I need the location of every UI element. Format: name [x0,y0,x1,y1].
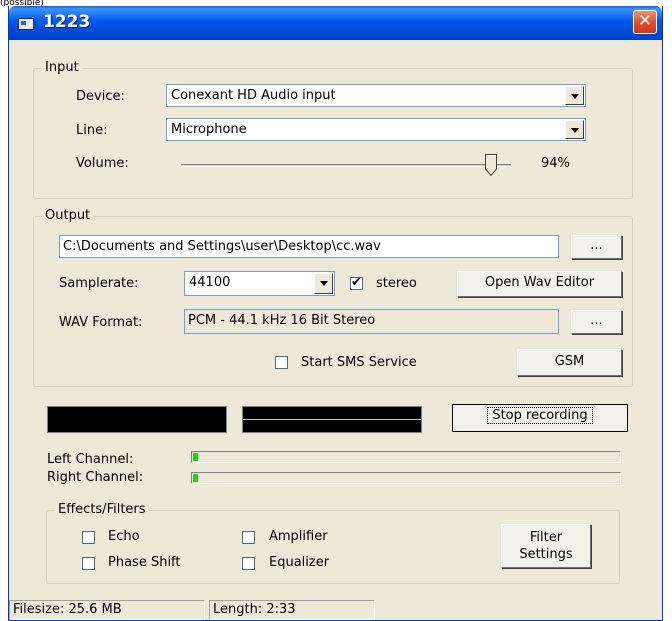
equalizer-checkbox[interactable] [242,557,255,570]
app-window: 1223 ✕ Input Device: Conexant HD Audio i… [8,6,663,621]
open-wav-editor-button[interactable]: Open Wav Editor [457,271,622,297]
equalizer-label: Equalizer [269,555,330,570]
gsm-button[interactable]: GSM [517,349,622,376]
device-label: Device: [76,89,125,104]
phase-shift-checkbox[interactable] [82,557,95,570]
left-channel-label: Left Channel: [47,452,134,467]
amplifier-label: Amplifier [269,529,328,544]
samplerate-select-value: 44100 [189,275,231,290]
right-channel-fill [193,474,198,482]
start-sms-checkbox[interactable] [275,356,288,369]
output-file-path-value: C:\Documents and Settings\user\Desktop\c… [63,239,381,254]
start-sms-label: Start SMS Service [301,355,417,370]
left-channel-bar [191,451,621,463]
echo-label: Echo [108,529,140,544]
app-window-icon [18,18,34,30]
wav-format-field: PCM - 44.1 kHz 16 Bit Stereo [184,309,559,334]
left-channel-fill [193,453,198,461]
samplerate-select[interactable]: 44100 [184,271,335,296]
chevron-down-icon[interactable] [565,86,584,105]
right-level-meter [242,406,422,433]
output-file-path[interactable]: C:\Documents and Settings\user\Desktop\c… [59,235,559,258]
right-channel-label: Right Channel: [47,470,144,485]
waveform-line [243,419,421,420]
volume-label: Volume: [76,156,129,171]
wav-format-value: PCM - 44.1 kHz 16 Bit Stereo [188,313,376,328]
amplifier-checkbox[interactable] [242,531,255,544]
device-select-value: Conexant HD Audio input [171,88,336,103]
title-bar[interactable]: 1223 ✕ [9,6,662,40]
filter-settings-line-2: Settings [519,547,573,562]
status-bar: Filesize: 25.6 MB Length: 2:33 [9,598,662,621]
echo-checkbox[interactable] [82,531,95,544]
stereo-label: stereo [376,276,417,291]
line-select[interactable]: Microphone [166,118,586,141]
status-filesize: Filesize: 25.6 MB [9,600,205,620]
close-icon: ✕ [637,11,653,31]
wav-format-label: WAV Format: [59,315,143,330]
browse-file-button[interactable]: ... [571,235,622,259]
volume-slider-track[interactable] [181,164,511,167]
input-group-legend: Input [42,60,82,75]
line-label: Line: [76,123,108,138]
volume-percent: 94% [541,156,570,171]
chevron-down-icon[interactable] [314,273,333,294]
browse-format-button[interactable]: ... [571,310,622,334]
close-button[interactable]: ✕ [633,10,657,34]
status-length: Length: 2:33 [209,600,375,620]
samplerate-label: Samplerate: [59,276,139,291]
right-channel-bar [191,472,621,484]
left-level-meter [47,406,227,433]
stop-recording-button[interactable]: Stop recording [452,404,628,432]
device-select[interactable]: Conexant HD Audio input [166,84,586,107]
phase-shift-label: Phase Shift [108,555,181,570]
line-select-value: Microphone [171,122,247,137]
chevron-down-icon[interactable] [565,120,584,139]
output-group-legend: Output [42,208,94,223]
filter-settings-line-1: Filter [529,530,563,545]
window-title: 1223 [43,12,91,32]
stop-recording-label: Stop recording [487,407,593,424]
volume-slider-thumb[interactable] [485,154,498,176]
effects-group-legend: Effects/Filters [55,502,149,517]
filter-settings-button[interactable]: Filter Settings [501,524,591,568]
stereo-checkbox[interactable] [350,275,363,290]
